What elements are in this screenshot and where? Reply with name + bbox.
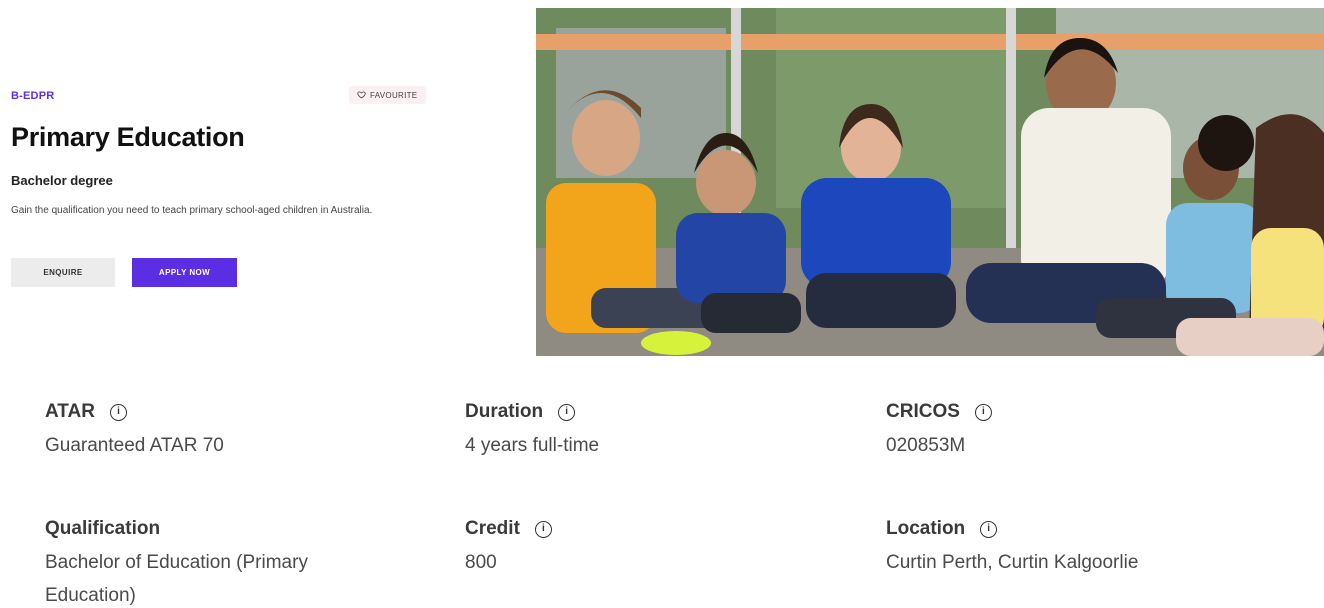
info-icon[interactable]: i [534,520,552,538]
fact-location: Location i Curtin Perth, Curtin Kalgoorl… [886,515,1246,579]
fact-duration: Duration i 4 years full-time [465,398,825,462]
fact-value: Bachelor of Education (Primary Education… [45,552,308,606]
fact-credit: Credit i 800 [465,515,825,579]
fact-label: ATAR [45,401,95,422]
fact-value: 020853M [886,435,966,456]
fact-qualification: Qualification Bachelor of Education (Pri… [45,515,375,608]
page-title: Primary Education [11,122,245,152]
enquire-button[interactable]: ENQUIRE [11,258,115,287]
fact-value: Guaranteed ATAR 70 [45,435,224,456]
info-icon[interactable]: i [109,403,127,421]
fact-label: CRICOS [886,401,960,422]
heart-icon [357,90,366,101]
fact-value: Curtin Perth, Curtin Kalgoorlie [886,552,1139,573]
favourite-button[interactable]: FAVOURITE [349,86,427,104]
course-facts: ATAR i Guaranteed ATAR 70 Duration i 4 y… [45,398,1305,608]
fact-label: Credit [465,518,520,539]
course-description: Gain the qualification you need to teach… [11,205,373,216]
info-icon[interactable]: i [980,520,998,538]
fact-label: Location [886,518,966,539]
course-code: B-EDPR [11,90,55,102]
fact-value: 800 [465,552,497,573]
course-hero: B-EDPR FAVOURITE Primary Education Bache… [11,0,431,356]
favourite-label: FAVOURITE [370,90,418,100]
degree-type: Bachelor degree [11,173,113,188]
fact-label: Duration [465,401,544,422]
fact-atar: ATAR i Guaranteed ATAR 70 [45,398,405,462]
fact-value: 4 years full-time [465,435,600,456]
hero-photo [536,8,1324,356]
fact-label: Qualification [45,518,161,539]
info-icon[interactable]: i [558,403,576,421]
apply-now-button[interactable]: APPLY NOW [132,258,237,287]
info-icon[interactable]: i [974,403,992,421]
fact-cricos: CRICOS i 020853M [886,398,1246,462]
